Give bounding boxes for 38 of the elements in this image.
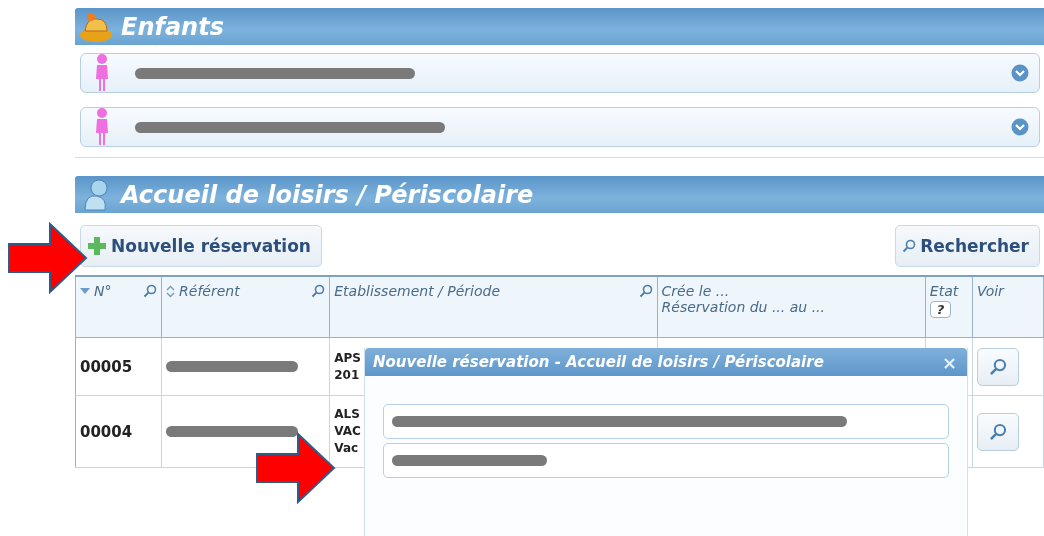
view-button[interactable] — [976, 347, 1019, 386]
plus-icon — [87, 236, 107, 256]
expand-icon[interactable] — [1011, 118, 1029, 136]
column-header[interactable]: Etablissement / Période — [329, 276, 658, 338]
expand-icon[interactable] — [1011, 64, 1029, 82]
search-icon[interactable] — [143, 284, 158, 298]
new-reservation-button[interactable]: Nouvelle réservation — [80, 225, 322, 267]
search-icon[interactable] — [638, 284, 653, 298]
search-icon — [902, 239, 917, 253]
search-icon[interactable] — [311, 284, 326, 298]
table-cell: APS 201 — [334, 349, 362, 384]
column-header[interactable]: Etat ? — [925, 276, 973, 338]
column-header[interactable]: Référent — [161, 276, 330, 338]
child-row[interactable] — [80, 53, 1040, 93]
magnifier-icon — [988, 422, 1007, 441]
arrow-icon — [8, 222, 88, 294]
table-cell: ALS VAC Vac — [334, 406, 362, 457]
sort-descending-icon[interactable] — [80, 287, 90, 295]
toy-icon — [79, 10, 113, 43]
view-button[interactable] — [976, 412, 1019, 451]
select-field[interactable] — [383, 443, 949, 478]
panel-title: Enfants — [121, 12, 224, 41]
arrow-icon — [256, 432, 336, 504]
column-header[interactable]: N° — [75, 276, 162, 338]
column-header[interactable]: Voir — [972, 276, 1044, 338]
help-button[interactable]: ? — [929, 301, 952, 318]
girl-icon — [95, 53, 109, 93]
sort-icon[interactable] — [166, 284, 176, 298]
panel-title: Accueil de loisirs / Périscolaire — [121, 180, 534, 209]
girl-icon — [95, 107, 109, 147]
table-cell: 00004 — [75, 395, 162, 468]
column-header[interactable]: Crée le ... Réservation du ... au ... — [657, 276, 926, 338]
search-button[interactable]: Rechercher — [895, 225, 1040, 267]
child-row[interactable] — [80, 107, 1040, 147]
select-field[interactable] — [383, 404, 949, 439]
magnifier-icon — [988, 357, 1007, 376]
table-cell: 00005 — [75, 337, 162, 396]
dialog-title: Nouvelle réservation - Accueil de loisirs / Périscolaire — [373, 353, 824, 371]
